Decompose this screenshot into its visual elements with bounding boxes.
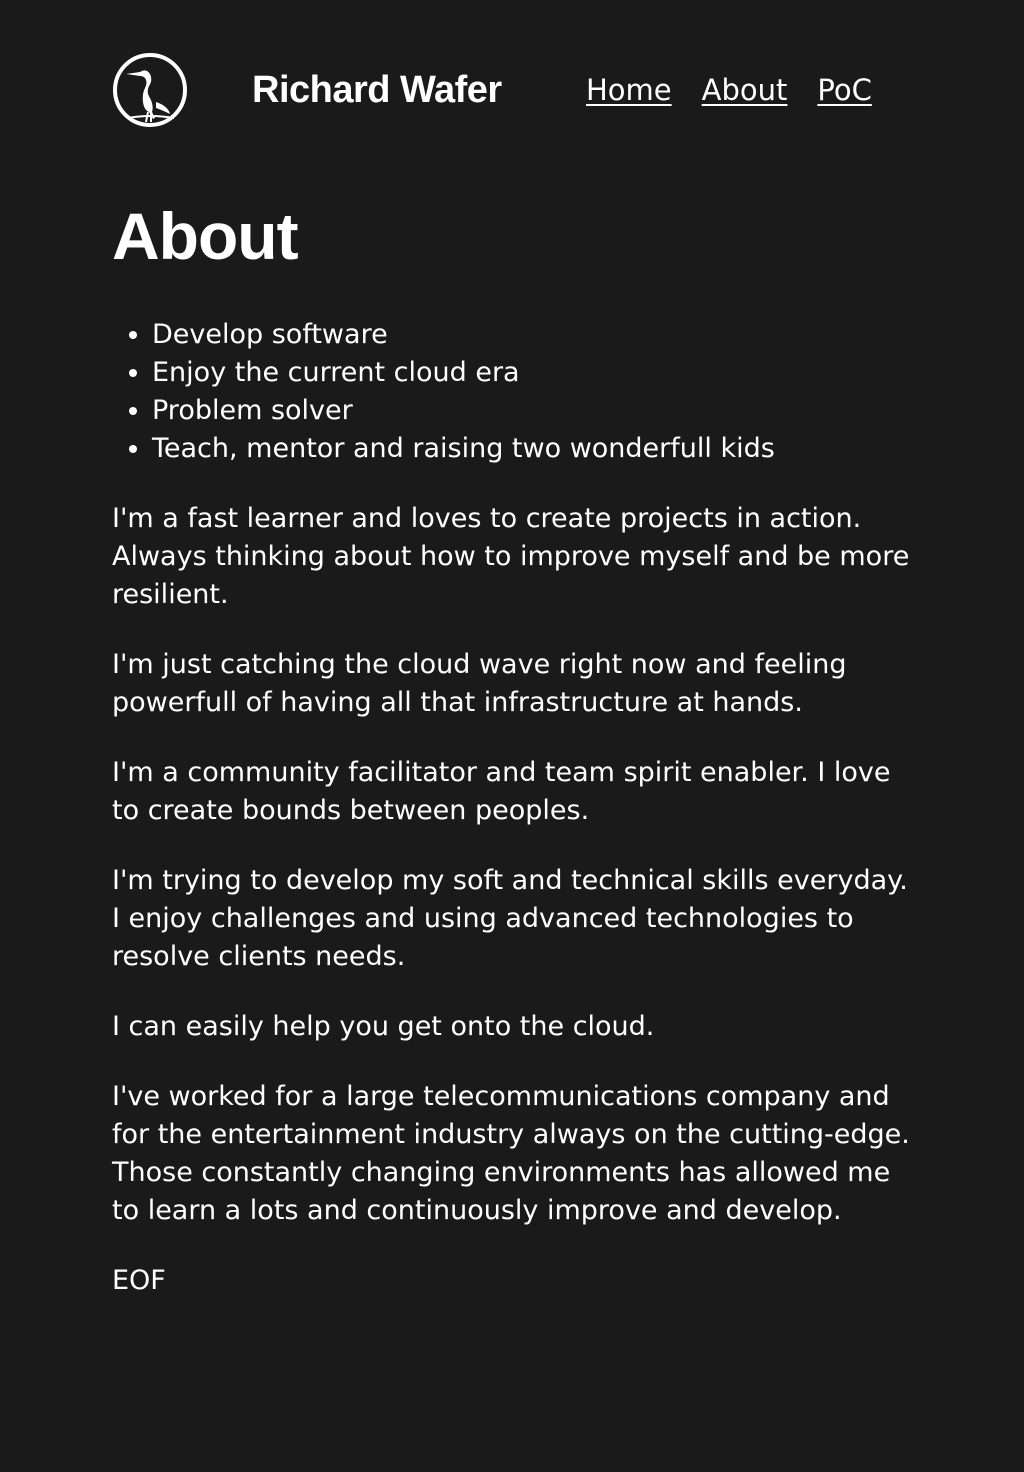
nav-link-about[interactable]: About	[702, 70, 788, 110]
nav-link-poc[interactable]: PoC	[817, 70, 871, 110]
footer-edge	[112, 1462, 912, 1472]
logo-svg	[113, 53, 187, 127]
skills-list: Develop software Enjoy the current cloud…	[112, 316, 912, 468]
paragraph-skills: I'm trying to develop my soft and techni…	[112, 865, 908, 972]
list-item: Develop software	[152, 316, 912, 354]
list-item: Teach, mentor and raising two wonderfull…	[152, 430, 912, 468]
paragraph-community: I'm a community facilitator and team spi…	[112, 757, 891, 826]
site-title: Richard Wafer	[252, 69, 502, 111]
heron-logo-icon[interactable]	[112, 52, 188, 128]
paragraph-eof: EOF	[112, 1265, 166, 1296]
main-nav: Home About PoC	[586, 70, 872, 110]
list-item: Problem solver	[152, 392, 912, 430]
nav-link-home[interactable]: Home	[586, 70, 672, 110]
site-header: Richard Wafer Home About PoC	[112, 52, 912, 128]
page-title: About	[112, 199, 299, 273]
paragraph-cloud-help: I can easily help you get onto the cloud…	[112, 1011, 655, 1042]
list-item: Enjoy the current cloud era	[152, 354, 912, 392]
paragraph-learner: I'm a fast learner and loves to create p…	[112, 503, 910, 610]
paragraph-cloud-wave: I'm just catching the cloud wave right n…	[112, 649, 847, 718]
about-content: Develop software Enjoy the current cloud…	[112, 316, 912, 1300]
paragraph-experience: I've worked for a large telecommunicatio…	[112, 1081, 910, 1226]
